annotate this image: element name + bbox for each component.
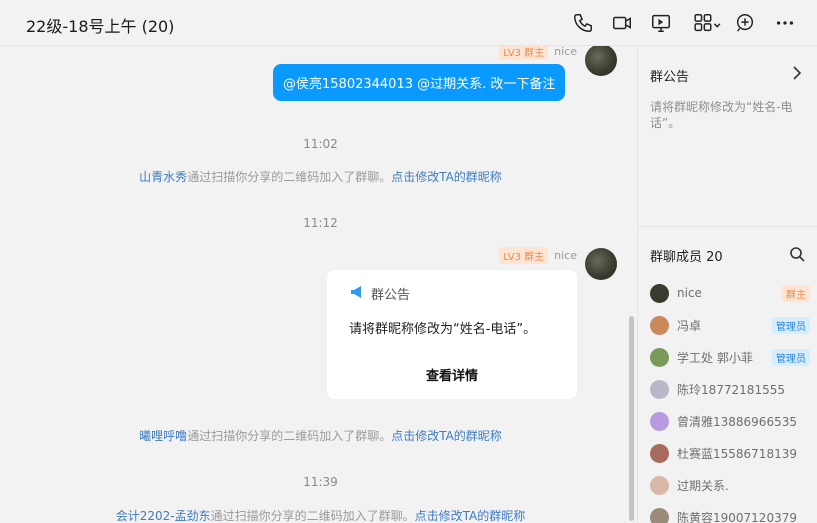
timestamp: 11:39 bbox=[303, 475, 338, 489]
search-icon[interactable] bbox=[788, 245, 806, 263]
message-bubble[interactable]: @侯亮15802344013 @过期关系. 改一下备注 bbox=[273, 64, 566, 101]
sender-name: nice bbox=[554, 249, 577, 262]
edit-nickname-link[interactable]: 点击修改TA的群昵称 bbox=[391, 429, 502, 443]
member-avatar bbox=[650, 475, 669, 495]
divider bbox=[638, 226, 817, 227]
phone-icon[interactable] bbox=[570, 10, 596, 36]
member-avatar bbox=[650, 315, 669, 335]
member-name-link[interactable]: 曦哩呼噜 bbox=[139, 429, 187, 443]
member-name-link[interactable]: 山青水秀 bbox=[139, 170, 187, 184]
view-details-button[interactable]: 查看详情 bbox=[327, 365, 577, 384]
owner-badge: 群主 bbox=[782, 284, 810, 302]
timestamp: 11:12 bbox=[303, 216, 338, 230]
level-badge: LV3 群主 bbox=[499, 46, 549, 60]
announcement-card[interactable]: 群公告 请将群昵称修改为“姓名-电话”。 查看详情 bbox=[327, 270, 577, 399]
member-name: nice bbox=[677, 286, 702, 300]
member-item[interactable]: 冯卓 管理员 bbox=[650, 313, 810, 337]
card-title: 群公告 bbox=[371, 288, 411, 303]
admin-badge: 管理员 bbox=[772, 316, 810, 334]
edit-nickname-link[interactable]: 点击修改TA的群昵称 bbox=[391, 170, 502, 184]
apps-icon[interactable] bbox=[690, 10, 726, 36]
more-icon[interactable] bbox=[772, 10, 798, 36]
avatar[interactable] bbox=[585, 46, 617, 76]
member-item[interactable]: 过期关系. bbox=[650, 473, 810, 497]
group-sidebar: 群公告 请将群昵称修改为“姓名-电话”。 群聊成员 20 nice 群主 冯卓 管理员… bbox=[637, 46, 817, 523]
member-avatar bbox=[650, 443, 669, 463]
system-message: 曦哩呼噜通过扫描你分享的二维码加入了群聊。点击修改TA的群昵称 bbox=[4, 427, 637, 444]
chat-header: 22级-18号上午 (20) bbox=[0, 0, 817, 46]
member-avatar bbox=[650, 347, 669, 367]
notice-title[interactable]: 群公告 bbox=[650, 66, 689, 85]
system-text: 通过扫描你分享的二维码加入了群聊。 bbox=[210, 509, 415, 523]
card-body: 请将群昵称修改为“姓名-电话”。 bbox=[349, 322, 537, 337]
scrollbar[interactable] bbox=[629, 316, 634, 521]
screen-share-icon[interactable] bbox=[648, 10, 674, 36]
member-name: 杜赛蓝15586718139 bbox=[677, 446, 797, 461]
member-avatar bbox=[650, 411, 669, 431]
sender-name: nice bbox=[554, 46, 577, 58]
chat-area: LV3 群主 nice @侯亮15802344013 @过期关系. 改一下备注 … bbox=[4, 46, 637, 523]
edit-nickname-link[interactable]: 点击修改TA的群昵称 bbox=[415, 509, 526, 523]
members-title: 群聊成员 20 bbox=[650, 250, 723, 265]
message-meta: LV3 群主 nice bbox=[499, 247, 577, 264]
system-message: 会计2202-孟劲东通过扫描你分享的二维码加入了群聊。点击修改TA的群昵称 bbox=[4, 507, 637, 523]
notice-text: 请将群昵称修改为“姓名-电话”。 bbox=[650, 100, 793, 130]
system-text: 通过扫描你分享的二维码加入了群聊。 bbox=[187, 429, 392, 443]
timestamp: 11:02 bbox=[303, 137, 338, 151]
member-item[interactable]: 陈玲18772181555 bbox=[650, 377, 810, 401]
level-badge: LV3 群主 bbox=[499, 247, 549, 264]
member-name-link[interactable]: 会计2202-孟劲东 bbox=[116, 509, 211, 523]
member-item[interactable]: nice 群主 bbox=[650, 281, 810, 305]
member-avatar bbox=[650, 507, 669, 523]
member-name: 冯卓 bbox=[677, 318, 702, 333]
member-name: 过期关系. bbox=[677, 478, 729, 493]
member-item[interactable]: 曾清雅13886966535 bbox=[650, 409, 810, 433]
chat-title: 22级-18号上午 (20) bbox=[26, 17, 175, 36]
megaphone-icon bbox=[349, 285, 365, 303]
add-icon[interactable] bbox=[732, 10, 758, 36]
chevron-right-icon[interactable] bbox=[788, 64, 806, 82]
card-header: 群公告 bbox=[349, 284, 410, 303]
avatar[interactable] bbox=[585, 248, 617, 280]
admin-badge: 管理员 bbox=[772, 348, 810, 366]
member-name: 陈黄容19007120379 bbox=[677, 510, 797, 523]
member-item[interactable]: 陈黄容19007120379 bbox=[650, 505, 810, 523]
message-meta: LV3 群主 nice bbox=[499, 46, 577, 60]
member-name: 学工处 郭小菲 bbox=[677, 350, 753, 365]
video-icon[interactable] bbox=[609, 10, 635, 36]
member-item[interactable]: 杜赛蓝15586718139 bbox=[650, 441, 810, 465]
member-avatar bbox=[650, 283, 669, 303]
member-avatar bbox=[650, 379, 669, 399]
system-message: 山青水秀通过扫描你分享的二维码加入了群聊。点击修改TA的群昵称 bbox=[4, 168, 637, 185]
member-name: 陈玲18772181555 bbox=[677, 382, 785, 397]
member-item[interactable]: 学工处 郭小菲 管理员 bbox=[650, 345, 810, 369]
member-name: 曾清雅13886966535 bbox=[677, 414, 797, 429]
system-text: 通过扫描你分享的二维码加入了群聊。 bbox=[187, 170, 392, 184]
